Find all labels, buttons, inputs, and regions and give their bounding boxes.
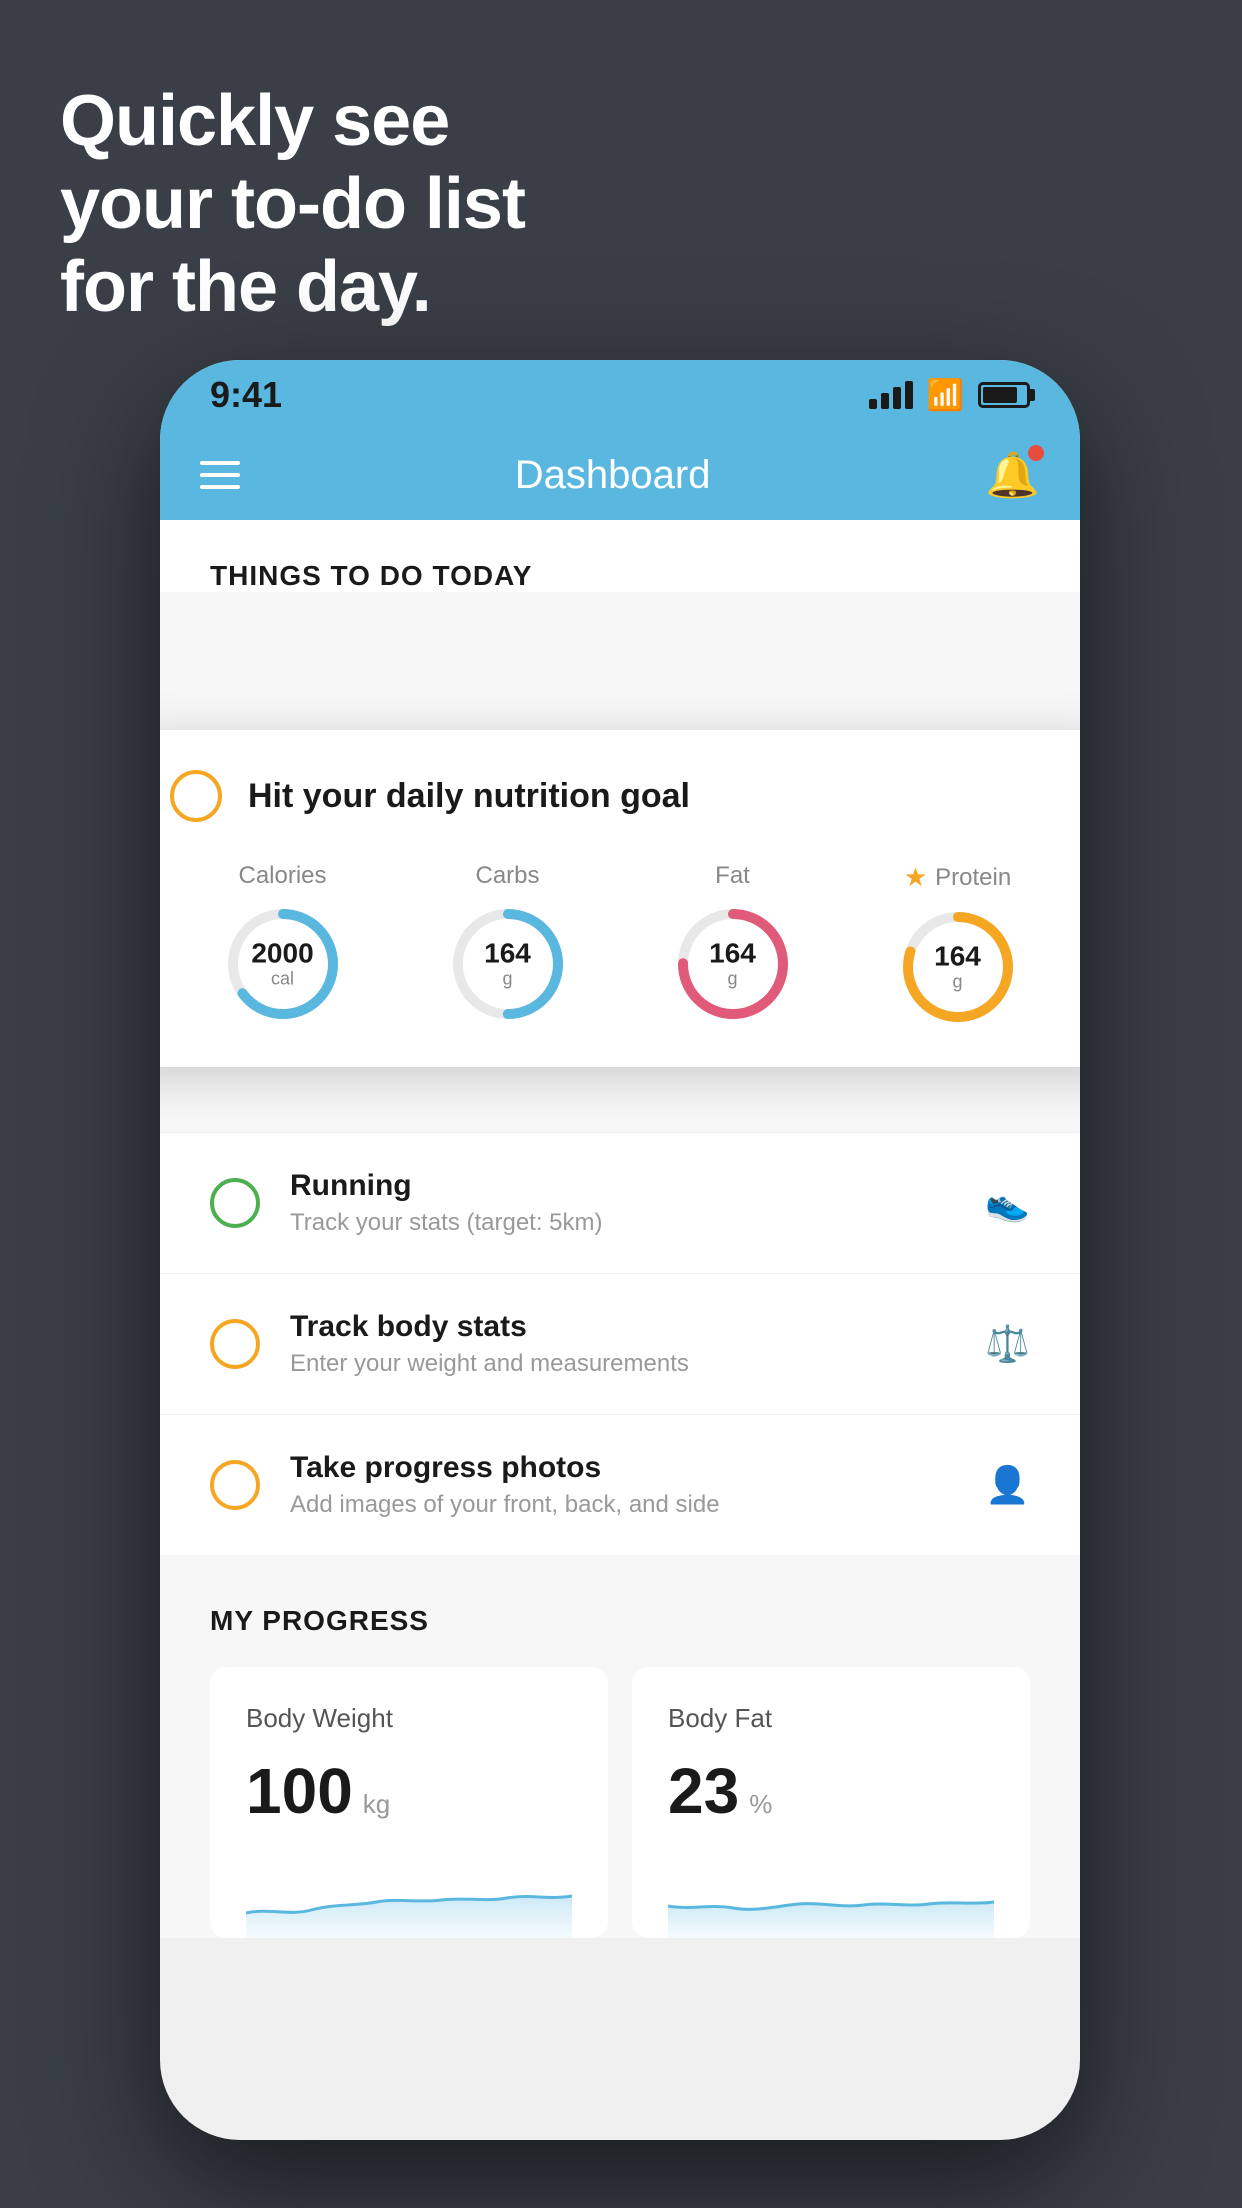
signal-icon: [869, 381, 913, 409]
protein-ring: 164 g: [898, 907, 1018, 1027]
nutrition-carbs: Carbs 164 g: [448, 862, 568, 1024]
header-title: Dashboard: [515, 453, 711, 498]
notification-badge: [1028, 445, 1044, 461]
body-stats-name: Track body stats: [290, 1310, 955, 1344]
headline-line2: your to-do list: [60, 164, 525, 244]
headline-line1: Quickly see: [60, 81, 449, 161]
carbs-unit: g: [484, 970, 531, 990]
body-weight-unit: kg: [363, 1789, 390, 1820]
body-weight-card[interactable]: Body Weight 100 kg: [210, 1667, 608, 1938]
wifi-icon: 📶: [927, 378, 964, 413]
progress-cards: Body Weight 100 kg: [210, 1667, 1030, 1938]
body-stats-icon: ⚖️: [985, 1323, 1030, 1365]
status-icons: 📶: [869, 378, 1030, 413]
body-stats-subtitle: Enter your weight and measurements: [290, 1350, 955, 1378]
photos-content: Take progress photos Add images of your …: [290, 1451, 955, 1519]
nutrition-row: Calories 2000 cal: [170, 862, 1070, 1027]
phone-frame: 9:41 📶 Dashboard 🔔 THINGS TO DO TODAY: [160, 360, 1080, 2140]
fat-ring: 164 g: [673, 904, 793, 1024]
photos-name: Take progress photos: [290, 1451, 955, 1485]
body-weight-title: Body Weight: [246, 1703, 572, 1734]
body-fat-chart: [668, 1858, 994, 1938]
body-weight-number: 100: [246, 1754, 353, 1828]
nutrition-protein: ★ Protein 164 g: [898, 862, 1018, 1027]
todo-section-header: THINGS TO DO TODAY: [160, 520, 1080, 592]
todo-item-progress-photos[interactable]: Take progress photos Add images of your …: [160, 1414, 1080, 1555]
protein-star-icon: ★: [904, 862, 927, 893]
nutrition-calories: Calories 2000 cal: [223, 862, 343, 1024]
carbs-ring: 164 g: [448, 904, 568, 1024]
nutrition-card-title: Hit your daily nutrition goal: [248, 777, 690, 816]
progress-section: MY PROGRESS Body Weight 100 kg: [160, 1555, 1080, 1938]
protein-label: ★ Protein: [904, 862, 1011, 893]
body-fat-card[interactable]: Body Fat 23 %: [632, 1667, 1030, 1938]
fat-unit: g: [709, 970, 756, 990]
headline-line3: for the day.: [60, 247, 431, 327]
calories-ring: 2000 cal: [223, 904, 343, 1024]
body-stats-check-circle: [210, 1319, 260, 1369]
todo-list: Running Track your stats (target: 5km) 👟…: [160, 1132, 1080, 1555]
fat-value: 164: [709, 939, 756, 970]
body-fat-unit: %: [749, 1789, 772, 1820]
battery-icon: [978, 382, 1030, 408]
running-subtitle: Track your stats (target: 5km): [290, 1209, 955, 1237]
calories-unit: cal: [251, 970, 313, 990]
carbs-value: 164: [484, 939, 531, 970]
photos-subtitle: Add images of your front, back, and side: [290, 1491, 955, 1519]
protein-unit: g: [934, 973, 981, 993]
photos-icon: 👤: [985, 1464, 1030, 1506]
calories-label: Calories: [238, 862, 326, 890]
running-icon: 👟: [985, 1182, 1030, 1224]
calories-value: 2000: [251, 939, 313, 970]
menu-button[interactable]: [200, 461, 240, 489]
photos-check-circle: [210, 1460, 260, 1510]
body-weight-value-row: 100 kg: [246, 1754, 572, 1828]
nutrition-card: Hit your daily nutrition goal Calories: [160, 730, 1080, 1067]
body-fat-number: 23: [668, 1754, 739, 1828]
running-name: Running: [290, 1169, 955, 1203]
todo-section-title: THINGS TO DO TODAY: [210, 560, 1030, 592]
content-area: THINGS TO DO TODAY Hit your daily nutrit…: [160, 520, 1080, 1938]
running-check-circle: [210, 1178, 260, 1228]
running-content: Running Track your stats (target: 5km): [290, 1169, 955, 1237]
nutrition-check-circle[interactable]: [170, 770, 222, 822]
fat-label: Fat: [715, 862, 750, 890]
body-fat-title: Body Fat: [668, 1703, 994, 1734]
status-bar: 9:41 📶: [160, 360, 1080, 430]
todo-item-running[interactable]: Running Track your stats (target: 5km) 👟: [160, 1132, 1080, 1273]
todo-item-body-stats[interactable]: Track body stats Enter your weight and m…: [160, 1273, 1080, 1414]
status-time: 9:41: [210, 374, 282, 416]
card-header: Hit your daily nutrition goal: [170, 770, 1070, 822]
progress-section-title: MY PROGRESS: [210, 1605, 1030, 1637]
app-header: Dashboard 🔔: [160, 430, 1080, 520]
body-weight-chart: [246, 1858, 572, 1938]
notification-bell[interactable]: 🔔: [985, 449, 1040, 501]
headline: Quickly see your to-do list for the day.: [60, 80, 525, 328]
carbs-label: Carbs: [475, 862, 539, 890]
nutrition-fat: Fat 164 g: [673, 862, 793, 1024]
protein-value: 164: [934, 942, 981, 973]
body-fat-value-row: 23 %: [668, 1754, 994, 1828]
body-stats-content: Track body stats Enter your weight and m…: [290, 1310, 955, 1378]
